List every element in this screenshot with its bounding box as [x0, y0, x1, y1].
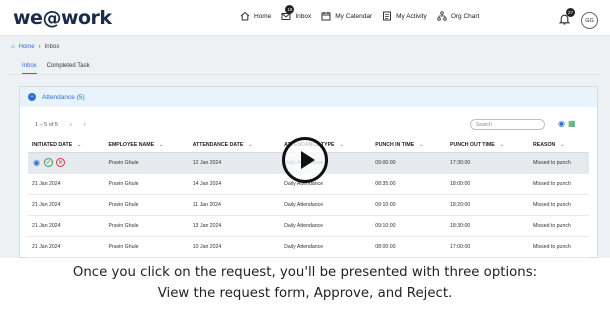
column-header-punch-in-time[interactable]: PUNCH IN TIME ⌄	[371, 138, 447, 153]
tab-bar: Inbox Completed Task	[10, 59, 600, 75]
notifications-count-badge: 27	[566, 8, 575, 17]
cell-reason: Missed to punch	[529, 173, 589, 195]
column-header-initiated-date[interactable]: INITIATED DATE ⌄	[28, 138, 105, 153]
inbox-count-badge: 18	[285, 5, 295, 14]
sort-icon[interactable]: ⌄	[340, 142, 344, 148]
cell-employee: Pravin Ghule	[104, 236, 189, 258]
breadcrumb-separator: ›	[38, 44, 41, 50]
pagination: 1 – 5 of 5 ‹ ›	[35, 122, 86, 128]
cell-punch-out: 18:30:00	[446, 215, 530, 237]
nav-inbox-label: Inbox	[295, 12, 312, 20]
row-actions: ◉ ✓ ✕	[28, 152, 105, 174]
cell-attendance-type: Daily Attendance	[280, 215, 372, 237]
cell-reason: Missed to punch	[529, 194, 589, 216]
table-row[interactable]: 21 Jan 2024 Pravin Ghule 11 Jan 2024 Dai…	[28, 194, 589, 216]
table-actions: ◉ ▦	[558, 119, 576, 128]
table-row[interactable]: 21 Jan 2024 Pravin Ghule 13 Jan 2024 Dai…	[28, 215, 589, 237]
cell-reason: Missed to punch	[529, 152, 589, 174]
sort-icon[interactable]: ⌄	[77, 142, 81, 148]
nav-home[interactable]: Home	[240, 11, 271, 21]
attendance-panel-title: Attendance (5)	[42, 93, 85, 101]
view-request-icon[interactable]: ◉	[32, 158, 41, 167]
tab-completed-task[interactable]: Completed Task	[47, 59, 90, 74]
reject-icon[interactable]: ✕	[56, 158, 65, 167]
cell-punch-in: 08:35:00	[371, 173, 447, 195]
nav-my-calendar[interactable]: My Calendar	[321, 11, 372, 21]
caption-line-2: View the request form, Approve, and Reje…	[157, 286, 453, 301]
cell-reason: Missed to punch	[529, 215, 589, 237]
column-header-reason[interactable]: REASON ⌄	[529, 138, 589, 153]
video-play-button[interactable]	[282, 137, 328, 183]
nav-org-chart[interactable]: Org Chart	[437, 11, 480, 21]
cell-punch-in: 09:10:00	[371, 215, 447, 237]
activity-icon	[383, 11, 392, 21]
cell-employee: Pravin Ghule	[104, 152, 189, 174]
home-icon	[240, 11, 250, 21]
cell-attendance-date: 11 Jan 2024	[188, 194, 281, 216]
cell-attendance-date: 13 Jan 2024	[188, 215, 281, 237]
cell-initiated-date: 21 Jan 2024	[28, 194, 105, 216]
column-header-attendance-date[interactable]: ATTENDANCE DATE ⌄	[188, 138, 281, 153]
cell-punch-out: 18:00:00	[446, 173, 530, 195]
top-navigation-bar: we@work Home 18 Inbox My Calendar My Act…	[0, 0, 610, 36]
play-icon	[300, 151, 315, 169]
export-excel-icon[interactable]: ▦	[568, 119, 576, 128]
nav-org-chart-label: Org Chart	[450, 12, 480, 20]
cell-employee: Pravin Ghule	[104, 215, 189, 237]
org-chart-icon	[437, 11, 447, 21]
cell-attendance-type: Daily Attendance	[280, 236, 372, 258]
cell-punch-out: 17:00:00	[446, 236, 530, 258]
breadcrumb-home-link[interactable]: Home	[19, 44, 35, 50]
cell-punch-in: 08:00:00	[371, 236, 447, 258]
cell-attendance-date: 12 Jan 2024	[188, 152, 281, 174]
approve-icon[interactable]: ✓	[44, 158, 53, 167]
next-page-button[interactable]: ›	[84, 122, 86, 128]
prev-page-button[interactable]: ‹	[70, 122, 72, 128]
calendar-icon	[321, 12, 331, 21]
collapse-icon[interactable]: −	[28, 93, 36, 101]
sort-icon[interactable]: ⌄	[159, 142, 163, 148]
pagination-range: 1 – 5 of 5	[35, 122, 58, 128]
breadcrumb-current: Inbox	[44, 44, 60, 50]
cell-attendance-date: 10 Jan 2024	[188, 236, 281, 258]
caption-line-1: Once you click on the request, you'll be…	[72, 265, 538, 280]
column-header-punch-out-time[interactable]: PUNCH OUT TIME ⌄	[446, 138, 530, 153]
cell-punch-out: 17:30:00	[446, 152, 530, 174]
cell-initiated-date: 21 Jan 2024	[28, 173, 105, 195]
cell-punch-in: 09:10:00	[371, 194, 447, 216]
nav-my-activity[interactable]: My Activity	[382, 11, 427, 21]
sort-icon[interactable]: ⌄	[419, 142, 423, 148]
user-avatar[interactable]: GG	[581, 12, 598, 29]
app-logo: we@work	[13, 7, 112, 29]
search-input[interactable]: Search	[470, 119, 545, 130]
sort-icon[interactable]: ⌄	[500, 142, 504, 148]
table-toolbar: 1 – 5 of 5 ‹ › Search ◉ ▦	[20, 116, 597, 138]
cell-attendance-type: Daily Attendance	[280, 194, 372, 216]
nav-inbox[interactable]: 18 Inbox	[281, 5, 312, 21]
app-screenshot: we@work Home 18 Inbox My Calendar My Act…	[0, 0, 610, 258]
nav-my-calendar-label: My Calendar	[335, 12, 373, 20]
sort-icon[interactable]: ⌄	[248, 142, 252, 148]
cell-attendance-date: 14 Jan 2024	[188, 173, 281, 195]
cell-punch-in: 09:00:00	[371, 152, 447, 174]
cell-initiated-date: 21 Jan 2024	[28, 215, 105, 237]
nav-home-label: Home	[254, 12, 272, 20]
cell-employee: Pravin Ghule	[104, 173, 189, 195]
sort-icon[interactable]: ⌄	[560, 142, 564, 148]
main-nav: Home 18 Inbox My Calendar My Activity Or…	[240, 5, 480, 21]
table-row[interactable]: 21 Jan 2024 Pravin Ghule 10 Jan 2024 Dai…	[28, 236, 589, 258]
attendance-panel-header[interactable]: − Attendance (5)	[20, 87, 597, 107]
notifications-button[interactable]: 27	[558, 8, 575, 30]
view-columns-icon[interactable]: ◉	[558, 119, 565, 128]
tutorial-caption: Once you click on the request, you'll be…	[0, 262, 610, 304]
tab-inbox[interactable]: Inbox	[22, 59, 37, 74]
cell-punch-out: 18:20:00	[446, 194, 530, 216]
breadcrumb: ⌂ Home › Inbox	[11, 44, 59, 50]
cell-reason: Missed to punch	[529, 236, 589, 258]
breadcrumb-home-icon: ⌂	[11, 44, 15, 50]
column-header-employee-name[interactable]: EMPLOYEE NAME ⌄	[104, 138, 189, 153]
cell-employee: Pravin Ghule	[104, 194, 189, 216]
cell-initiated-date: 21 Jan 2024	[28, 236, 105, 258]
nav-my-activity-label: My Activity	[396, 12, 427, 20]
